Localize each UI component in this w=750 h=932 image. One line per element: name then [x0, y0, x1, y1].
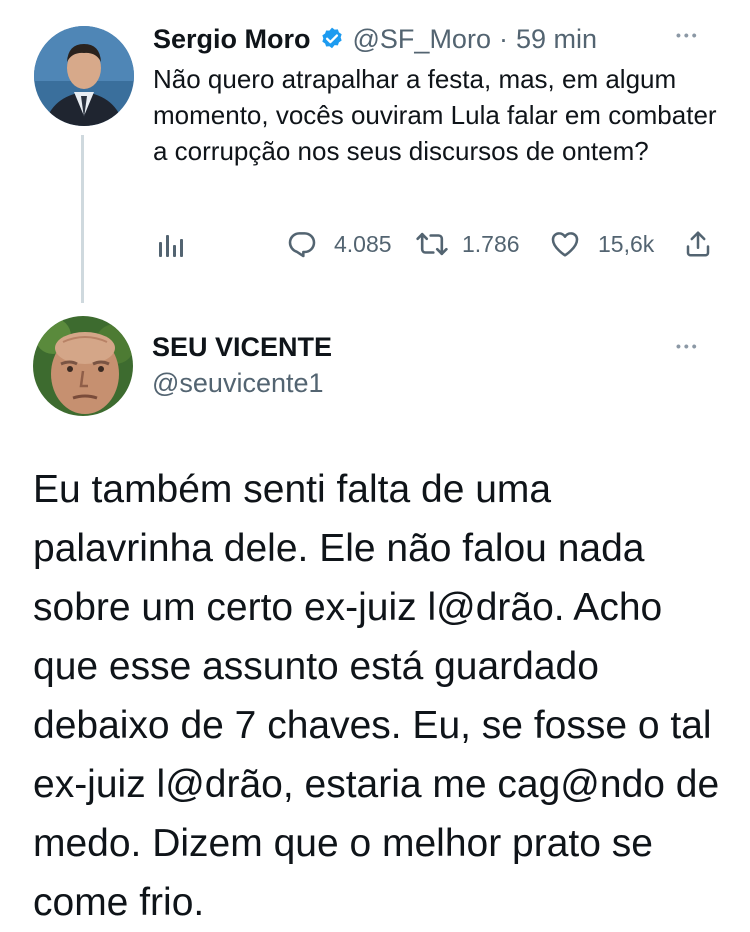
- more-options-icon[interactable]: •••: [676, 338, 700, 354]
- timestamp[interactable]: 59 min: [516, 24, 597, 55]
- separator-dot: ·: [498, 23, 508, 54]
- reply-icon: [288, 232, 316, 258]
- author-handle[interactable]: @seuvicente1: [152, 368, 324, 399]
- author-name[interactable]: SEU VICENTE: [152, 332, 332, 363]
- author-name[interactable]: Sergio Moro: [153, 24, 311, 55]
- analytics-button[interactable]: [156, 230, 184, 260]
- share-icon: [686, 231, 710, 257]
- author-handle[interactable]: @SF_Moro: [353, 24, 491, 55]
- reply-button[interactable]: 4.085: [286, 228, 392, 260]
- retweet-button[interactable]: 1.786: [415, 228, 520, 260]
- share-button[interactable]: [683, 228, 713, 260]
- more-options-icon[interactable]: •••: [676, 27, 700, 43]
- analytics-icon: [159, 235, 183, 257]
- tweet1-header: Sergio Moro @SF_Moro · 59 min: [153, 22, 597, 56]
- avatar-photo: [34, 26, 134, 126]
- thread-line: [81, 135, 84, 303]
- tweet1-actions: 4.085 1.786 15,6k: [153, 228, 713, 264]
- avatar-seu-vicente[interactable]: [33, 316, 133, 416]
- heart-icon: [551, 232, 579, 257]
- retweet-icon: [416, 232, 448, 256]
- verified-badge-icon: [319, 26, 345, 52]
- like-button[interactable]: 15,6k: [549, 228, 654, 260]
- retweet-count: 1.786: [462, 230, 520, 257]
- tweet1-text: Não quero atrapalhar a festa, mas, em al…: [153, 64, 717, 166]
- tweet2-text: Eu também senti falta de uma palavrinha …: [33, 468, 720, 924]
- reply-count: 4.085: [334, 230, 392, 257]
- like-count: 15,6k: [598, 230, 655, 257]
- avatar-photo: [33, 316, 133, 416]
- avatar-sergio-moro[interactable]: [34, 26, 134, 126]
